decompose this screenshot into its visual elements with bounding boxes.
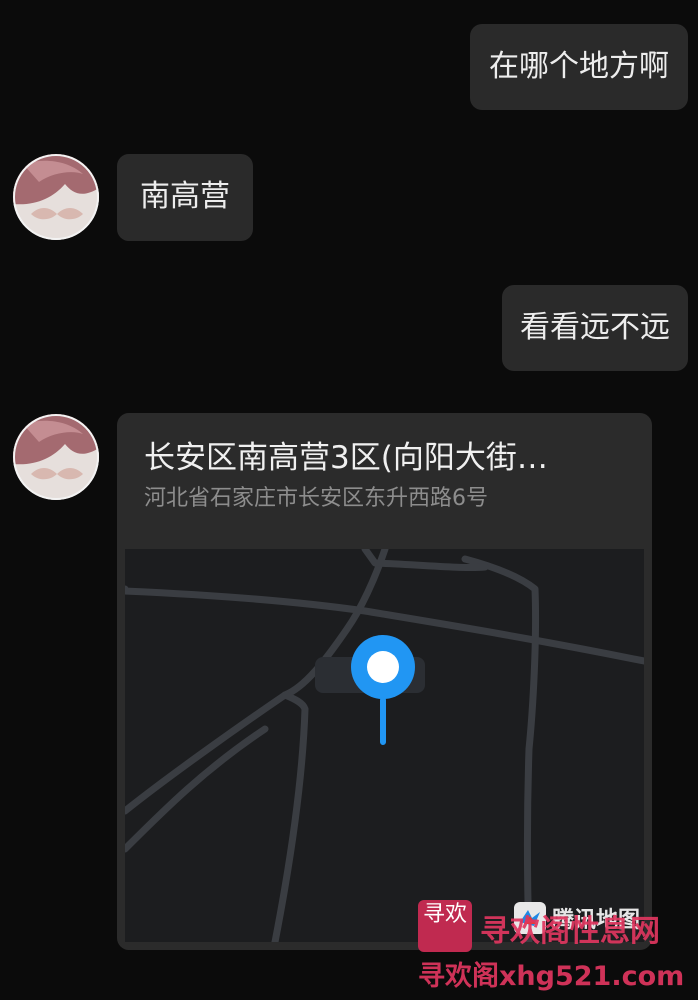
avatar-image <box>13 414 99 500</box>
map-preview[interactable]: 腾讯地图 <box>125 549 644 942</box>
message-bubble-received[interactable]: 南高营 <box>117 154 253 241</box>
watermark: 寻欢 寻欢阁性息网 寻欢阁xhg521.com <box>418 898 698 1000</box>
watermark-seal: 寻欢 <box>418 900 472 952</box>
avatar-image <box>13 154 99 240</box>
location-title: 长安区南高营3区(向阳大街… <box>144 440 548 476</box>
chat-screen: { "messages": [ { "sender": "me", "type"… <box>0 0 698 1000</box>
message-text: 南高营 <box>140 179 230 214</box>
location-address: 河北省石家庄市长安区东升西路6号 <box>144 486 488 511</box>
message-text: 在哪个地方啊 <box>489 49 669 84</box>
message-bubble-sent[interactable]: 看看远不远 <box>502 285 688 371</box>
watermark-url: 寻欢阁xhg521.com <box>418 961 685 992</box>
contact-avatar[interactable] <box>13 154 99 240</box>
message-bubble-sent[interactable]: 在哪个地方啊 <box>470 24 688 110</box>
watermark-title: 寻欢阁性息网 <box>480 914 660 949</box>
location-card[interactable]: 长安区南高营3区(向阳大街… 河北省石家庄市长安区东升西路6号 腾讯地图 <box>117 413 652 950</box>
map-roads <box>125 549 644 942</box>
message-text: 看看远不远 <box>520 310 670 345</box>
contact-avatar[interactable] <box>13 414 99 500</box>
